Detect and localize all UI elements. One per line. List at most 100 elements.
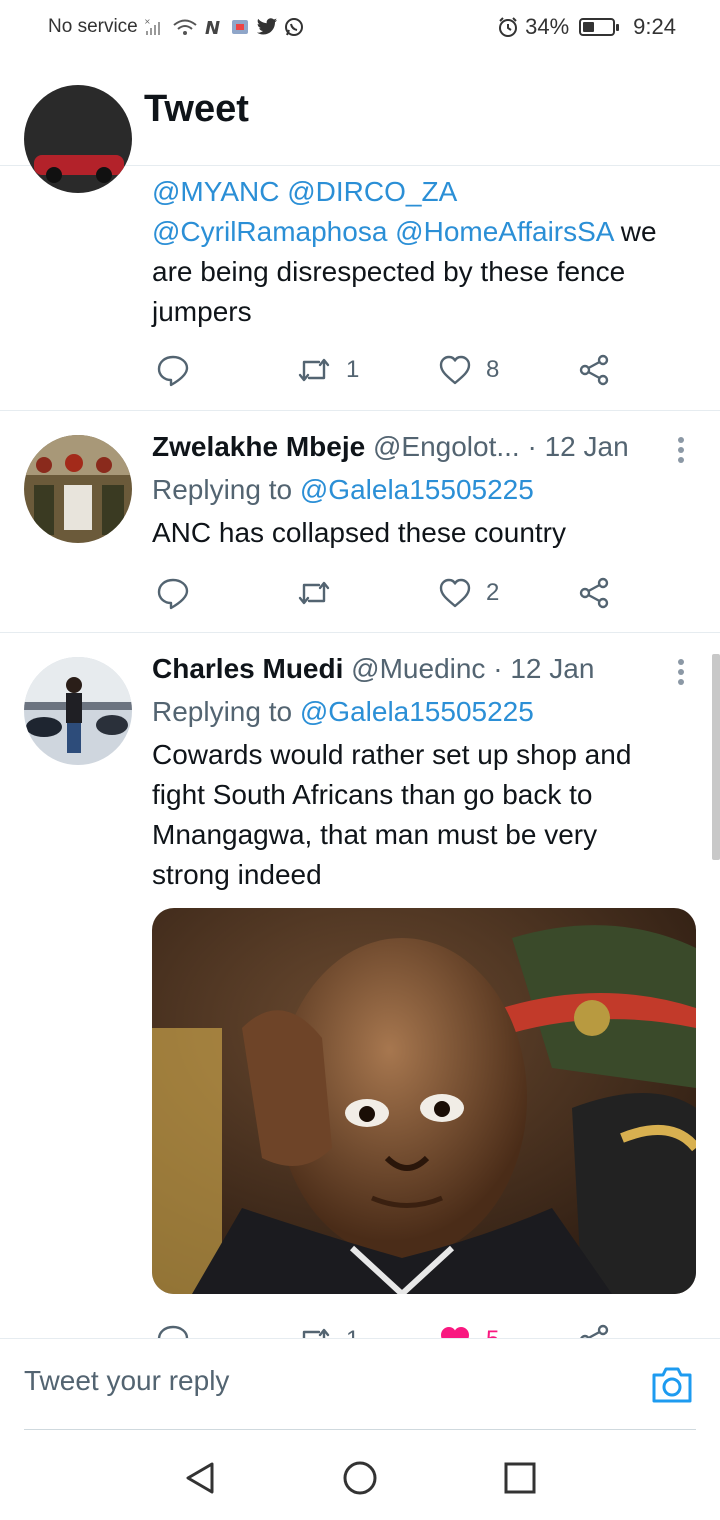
share-button[interactable] [578, 1320, 610, 1338]
author-name[interactable]: Zwelakhe Mbeje [152, 431, 365, 462]
tweet-text: Cowards would rather set up shop and fig… [152, 735, 696, 895]
app-notification-icon [231, 20, 248, 34]
nav-recents-button[interactable] [502, 1460, 538, 1496]
reply-icon [157, 355, 189, 387]
tweet-body: @MYANC @DIRCO_ZA @CyrilRamaphosa @HomeAff… [152, 172, 696, 332]
heart-icon [439, 578, 471, 608]
battery-icon [579, 18, 620, 36]
retweet-count: 1 [346, 1326, 359, 1338]
wifi-icon [173, 19, 197, 35]
reply-button[interactable] [156, 1320, 190, 1338]
author-handle: @Engolot... [372, 431, 520, 462]
more-options-button[interactable] [678, 437, 686, 467]
tweet-actions: 1 5 [152, 1314, 632, 1338]
like-button[interactable]: 5 [438, 1320, 499, 1338]
photo-image [152, 908, 696, 1294]
share-icon [580, 1324, 609, 1338]
avatar[interactable] [24, 657, 132, 765]
tweet-body: Zwelakhe Mbeje @Engolot... · 12 Jan [152, 427, 660, 467]
tweet-body-text: Replying to @Galela15505225 Cowards woul… [152, 691, 696, 895]
status-bar: No service × N 34% 9:24 [0, 0, 720, 56]
avatar-image [24, 85, 132, 193]
like-button[interactable]: 8 [438, 350, 499, 390]
tweet-body: Charles Muedi @Muedinc · 12 Jan [152, 649, 660, 689]
reply-button[interactable] [156, 350, 190, 390]
circle-home-icon [343, 1461, 377, 1495]
svg-text:N: N [205, 18, 220, 37]
tweet-body-text: Replying to @Galela15505225 ANC has coll… [152, 469, 696, 553]
tweet-actions: 1 8 [152, 350, 632, 390]
share-icon [579, 354, 609, 386]
tweet-text-line: @CyrilRamaphosa @HomeAffairsSA we [152, 212, 696, 252]
avatar-image [24, 657, 132, 765]
avatar[interactable] [24, 85, 132, 193]
replying-to-label: Replying to [152, 696, 300, 727]
carrier-label: No service [48, 16, 138, 37]
replying-to-link[interactable]: @Galela15505225 [300, 696, 534, 727]
nav-home-button[interactable] [342, 1460, 378, 1496]
tweet-1[interactable]: @MYANC @DIRCO_ZA @CyrilRamaphosa @HomeAff… [0, 85, 720, 411]
reply-composer: Tweet your reply [0, 1338, 720, 1430]
retweet-icon [302, 1328, 330, 1338]
mention-link[interactable]: @CyrilRamaphosa @HomeAffairsSA [152, 216, 613, 247]
status-bar-right: 34% 9:24 [497, 14, 676, 40]
system-nav-bar [0, 1430, 720, 1520]
whatsapp-icon [284, 18, 303, 36]
retweet-count: 1 [346, 356, 360, 383]
twitter-bird-icon [256, 18, 277, 35]
camera-icon [652, 1367, 692, 1403]
retweet-button[interactable] [296, 573, 332, 613]
like-count: 2 [486, 579, 500, 606]
tweet-actions: 2 [152, 573, 632, 613]
avatar[interactable] [24, 435, 132, 543]
replying-to-link[interactable]: @Galela15505225 [300, 474, 534, 505]
tweet-text: @MYANC @DIRCO_ZA @CyrilRamaphosa @HomeAff… [152, 172, 696, 332]
triangle-back-icon [186, 1462, 214, 1494]
reply-icon [157, 1325, 189, 1338]
more-options-button[interactable] [678, 659, 686, 689]
replying-to: Replying to @Galela15505225 [152, 469, 696, 511]
reply-button[interactable] [156, 573, 190, 613]
replying-to: Replying to @Galela15505225 [152, 691, 696, 733]
mention-link[interactable]: @MYANC @DIRCO_ZA [152, 176, 457, 207]
share-button[interactable] [578, 573, 610, 613]
tweet-author-line: Charles Muedi @Muedinc · 12 Jan [152, 649, 660, 689]
like-count: 5 [486, 1326, 499, 1338]
tweet-2[interactable]: Zwelakhe Mbeje @Engolot... · 12 Jan Repl… [0, 411, 720, 633]
reply-input[interactable]: Tweet your reply [24, 1365, 229, 1397]
like-count: 8 [486, 356, 500, 383]
reply-icon [157, 578, 189, 610]
battery-percent: 34% [525, 14, 570, 39]
tweet-text-segment: we [612, 216, 657, 247]
scrollbar[interactable] [712, 654, 720, 860]
tweet-text-segment: are being disrespected by these fence [152, 256, 626, 287]
signal-icon: × [144, 17, 160, 35]
tweet-text-segment: jumpers [152, 296, 252, 327]
retweet-button[interactable]: 1 [296, 1320, 359, 1338]
tweet-date: · 12 Jan [493, 653, 595, 684]
nav-back-button[interactable] [182, 1460, 218, 1496]
status-bar-left: No service × N [48, 16, 304, 38]
tweet-text-line: @MYANC @DIRCO_ZA [152, 172, 696, 212]
page-title: Tweet [144, 88, 249, 130]
replying-to-label: Replying to [152, 474, 300, 505]
like-button[interactable]: 2 [438, 573, 499, 613]
tweet-date: · 12 Jan [527, 431, 629, 462]
tweet-photo[interactable] [152, 908, 696, 1294]
share-icon [579, 577, 609, 609]
alarm-clock-icon [499, 17, 518, 37]
svg-text:×: × [144, 17, 151, 26]
tweet-text-line: Mnangagwa, that man must be very [152, 819, 598, 850]
camera-button[interactable] [650, 1363, 694, 1407]
author-name[interactable]: Charles Muedi [152, 653, 343, 684]
retweet-icon [298, 581, 330, 605]
author-handle: @Muedinc [351, 653, 486, 684]
retweet-button[interactable]: 1 [296, 350, 359, 390]
share-button[interactable] [578, 350, 610, 390]
tweet-text-line: strong indeed [152, 859, 322, 890]
tweet-text-line: jumpers [152, 292, 696, 332]
tweet-text-line: fight South Africans than go back to [152, 779, 593, 810]
heart-filled-icon [441, 1327, 469, 1338]
clock: 9:24 [633, 14, 676, 39]
tweet-text-line: are being disrespected by these fence [152, 252, 696, 292]
